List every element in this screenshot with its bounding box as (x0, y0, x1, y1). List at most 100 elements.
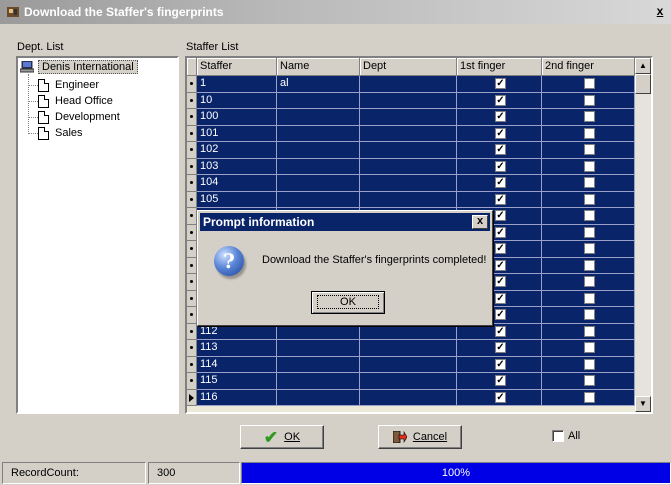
cell-1st-finger[interactable]: ✓ (457, 191, 542, 208)
first-finger-checkbox[interactable]: ✓ (495, 78, 506, 89)
cell-2nd-finger[interactable] (542, 389, 635, 406)
row-indicator[interactable] (187, 323, 197, 340)
cell-2nd-finger[interactable] (542, 92, 635, 109)
second-finger-checkbox[interactable] (584, 94, 595, 106)
cell-staffer-no[interactable]: 114 (197, 356, 277, 373)
cell-2nd-finger[interactable] (542, 274, 635, 291)
all-checkbox[interactable]: All (552, 430, 580, 442)
second-finger-checkbox[interactable] (584, 358, 595, 370)
table-row[interactable]: 1 al ✓ (187, 76, 635, 93)
cell-staffer-no[interactable]: 10 (197, 92, 277, 109)
first-finger-checkbox[interactable]: ✓ (495, 160, 506, 172)
cell-dept[interactable] (360, 125, 457, 142)
cell-2nd-finger[interactable] (542, 208, 635, 225)
cell-name[interactable] (277, 158, 360, 175)
second-finger-checkbox[interactable] (584, 342, 595, 353)
cell-1st-finger[interactable]: ✓ (457, 158, 542, 175)
row-indicator[interactable] (187, 158, 197, 175)
row-indicator[interactable] (187, 389, 197, 406)
cell-dept[interactable] (360, 142, 457, 159)
row-indicator[interactable] (187, 76, 197, 93)
scroll-down-arrow-icon[interactable]: ▼ (635, 396, 651, 412)
first-finger-checkbox[interactable]: ✓ (495, 309, 506, 320)
tree-item-engineer[interactable]: Engineer (28, 77, 99, 93)
cell-dept[interactable] (360, 389, 457, 406)
cell-2nd-finger[interactable] (542, 257, 635, 274)
second-finger-checkbox[interactable] (584, 375, 595, 386)
cell-name[interactable] (277, 340, 360, 357)
first-finger-checkbox[interactable]: ✓ (495, 292, 506, 304)
cell-name[interactable] (277, 175, 360, 192)
cell-2nd-finger[interactable] (542, 76, 635, 93)
second-finger-checkbox[interactable] (584, 160, 595, 172)
cell-staffer-no[interactable]: 101 (197, 125, 277, 142)
cell-dept[interactable] (360, 373, 457, 390)
first-finger-checkbox[interactable]: ✓ (495, 144, 506, 155)
cell-dept[interactable] (360, 191, 457, 208)
first-finger-checkbox[interactable]: ✓ (495, 325, 506, 337)
cell-2nd-finger[interactable] (542, 356, 635, 373)
first-finger-checkbox[interactable]: ✓ (495, 358, 506, 370)
second-finger-checkbox[interactable] (584, 276, 595, 287)
second-finger-checkbox[interactable] (584, 391, 595, 403)
cell-1st-finger[interactable]: ✓ (457, 175, 542, 192)
scroll-thumb[interactable] (635, 74, 651, 94)
cell-2nd-finger[interactable] (542, 323, 635, 340)
table-row[interactable]: 103 ✓ (187, 158, 635, 175)
table-row[interactable]: 101 ✓ (187, 125, 635, 142)
cell-dept[interactable] (360, 76, 457, 93)
row-indicator[interactable] (187, 142, 197, 159)
first-finger-checkbox[interactable]: ✓ (495, 193, 506, 205)
cell-dept[interactable] (360, 109, 457, 126)
second-finger-checkbox[interactable] (584, 259, 595, 271)
first-finger-checkbox[interactable]: ✓ (495, 127, 506, 139)
second-finger-checkbox[interactable] (584, 144, 595, 155)
second-finger-checkbox[interactable] (584, 243, 595, 254)
cell-name[interactable] (277, 125, 360, 142)
second-finger-checkbox[interactable] (584, 127, 595, 139)
row-indicator[interactable] (187, 340, 197, 357)
first-finger-checkbox[interactable]: ✓ (495, 226, 506, 238)
cell-2nd-finger[interactable] (542, 241, 635, 258)
cell-2nd-finger[interactable] (542, 373, 635, 390)
row-indicator[interactable] (187, 92, 197, 109)
cell-staffer-no[interactable]: 113 (197, 340, 277, 357)
cell-name[interactable] (277, 373, 360, 390)
cell-1st-finger[interactable]: ✓ (457, 389, 542, 406)
first-finger-checkbox[interactable]: ✓ (495, 276, 506, 287)
cell-2nd-finger[interactable] (542, 290, 635, 307)
row-indicator[interactable] (187, 307, 197, 324)
ok-button[interactable]: ✔ OK (240, 425, 324, 449)
cell-2nd-finger[interactable] (542, 340, 635, 357)
cell-name[interactable] (277, 389, 360, 406)
first-finger-checkbox[interactable]: ✓ (495, 177, 506, 188)
cell-1st-finger[interactable]: ✓ (457, 109, 542, 126)
cell-name[interactable]: al (277, 76, 360, 93)
row-indicator[interactable] (187, 208, 197, 225)
cell-1st-finger[interactable]: ✓ (457, 356, 542, 373)
first-finger-checkbox[interactable]: ✓ (495, 94, 506, 106)
cell-2nd-finger[interactable] (542, 307, 635, 324)
vertical-scrollbar[interactable]: ▲ ▼ (635, 58, 651, 412)
table-row[interactable]: 102 ✓ (187, 142, 635, 159)
all-checkbox-box[interactable] (552, 430, 564, 442)
scroll-up-arrow-icon[interactable]: ▲ (635, 58, 651, 74)
table-row[interactable]: 113 ✓ (187, 340, 635, 357)
cell-staffer-no[interactable]: 105 (197, 191, 277, 208)
row-indicator[interactable] (187, 274, 197, 291)
table-row[interactable]: 116 ✓ (187, 389, 635, 406)
col-header-1st-finger[interactable]: 1st finger (457, 58, 542, 76)
cell-staffer-no[interactable]: 1 (197, 76, 277, 93)
cell-staffer-no[interactable]: 100 (197, 109, 277, 126)
row-indicator[interactable] (187, 125, 197, 142)
cell-1st-finger[interactable]: ✓ (457, 125, 542, 142)
table-row[interactable]: 115 ✓ (187, 373, 635, 390)
first-finger-checkbox[interactable]: ✓ (495, 210, 506, 221)
second-finger-checkbox[interactable] (584, 193, 595, 205)
cell-name[interactable] (277, 356, 360, 373)
cell-1st-finger[interactable]: ✓ (457, 373, 542, 390)
cell-name[interactable] (277, 109, 360, 126)
cell-staffer-no[interactable]: 104 (197, 175, 277, 192)
first-finger-checkbox[interactable]: ✓ (495, 342, 506, 353)
col-header-staffer-no[interactable]: Staffer No.▲ (197, 58, 277, 89)
